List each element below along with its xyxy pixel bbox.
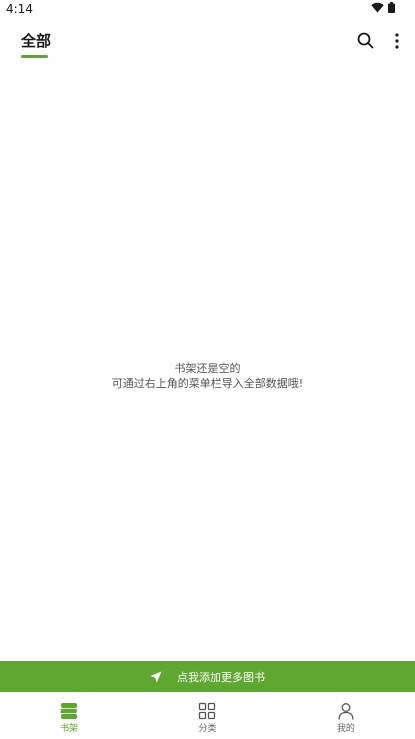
nav-item-profile[interactable]: 我的 [277,692,415,739]
send-icon [150,671,162,682]
wifi-icon [371,2,384,13]
battery-icon [388,2,395,13]
nav-item-bookshelf[interactable]: 书架 [0,692,138,739]
status-icons [371,2,395,13]
app-screen: 4:14 全部 书架还是空的 可通过右上角的菜单栏导入全部数据哦! 点我添加更多… [0,0,415,739]
empty-title: 书架还是空的 [174,362,241,375]
status-time: 4:14 [6,2,33,16]
search-icon [357,32,374,49]
add-books-label: 点我添加更多图书 [177,670,265,684]
bottom-navigation: 书架 分类 我的 [0,692,415,739]
add-books-banner[interactable]: 点我添加更多图书 [0,661,415,692]
tab-all[interactable]: 全部 [21,30,51,51]
nav-label-profile: 我的 [336,724,355,734]
empty-hint: 可通过右上角的菜单栏导入全部数据哦! [111,377,304,390]
nav-label-category: 分类 [198,724,217,734]
status-bar: 4:14 [0,0,415,18]
nav-item-category[interactable]: 分类 [138,692,276,739]
nav-label-bookshelf: 书架 [60,724,79,734]
person-icon [338,703,354,720]
search-button[interactable] [355,30,377,52]
app-bar: 全部 [0,18,415,66]
empty-bookshelf-message: 书架还是空的 可通过右上角的菜单栏导入全部数据哦! [0,361,415,391]
more-options-button[interactable] [388,30,406,52]
bookshelf-icon [60,703,78,719]
more-vertical-icon [395,33,399,49]
grid-icon [199,702,216,720]
tab-indicator [21,55,48,58]
